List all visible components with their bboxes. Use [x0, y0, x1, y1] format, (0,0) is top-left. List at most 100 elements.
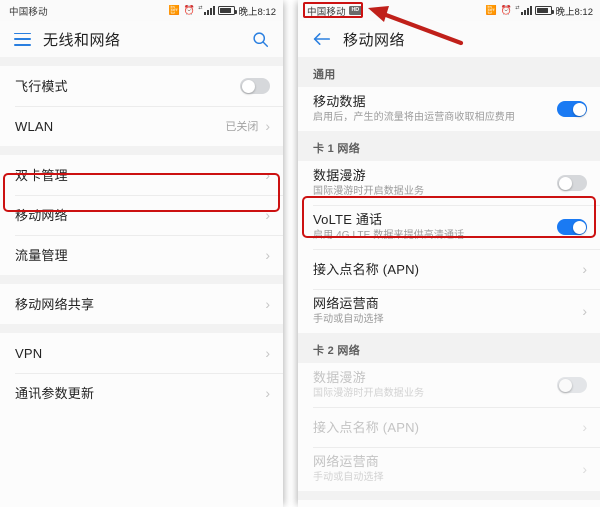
search-icon[interactable]	[252, 31, 269, 48]
section-header-general: 通用	[298, 57, 600, 87]
row-comm-params-update[interactable]: 通讯参数更新 ›	[0, 373, 283, 413]
row-title: 数据漫游	[313, 370, 366, 385]
row-airplane-mode[interactable]: 飞行模式	[0, 66, 283, 106]
back-arrow-icon[interactable]	[312, 31, 331, 47]
row-subtitle: 国际漫游时开启数据业务	[313, 388, 425, 399]
signal-icon: ⇄	[198, 6, 215, 15]
hamburger-menu-icon[interactable]	[14, 32, 31, 46]
vibrate-icon: 📴	[168, 5, 181, 15]
settings-list-left[interactable]: 飞行模式 WLAN 已关闭 › 双卡管理 › 移动网络 › 流量管理 › 移动网…	[0, 57, 283, 507]
vibrate-icon: 📴	[485, 5, 498, 15]
app-bar-left: 无线和网络	[0, 21, 283, 57]
chevron-right-icon: ›	[265, 385, 270, 401]
section-gap	[0, 275, 283, 284]
settings-group-4: VPN › 通讯参数更新 ›	[0, 333, 283, 413]
chevron-right-icon: ›	[265, 167, 270, 183]
chevron-right-icon: ›	[582, 303, 587, 319]
section-sim2: 数据漫游 国际漫游时开启数据业务 接入点名称 (APN) › 网络运营商 手动或…	[298, 363, 600, 491]
battery-icon	[218, 6, 237, 15]
row-subtitle: 启用后，产生的流量将由运营商收取相应费用	[313, 112, 515, 123]
page-title: 移动网络	[343, 31, 406, 49]
row-sim1-volte[interactable]: VoLTE 通话 启用 4G LTE 数据来提供高清通话	[298, 205, 600, 249]
row-vpn[interactable]: VPN ›	[0, 333, 283, 373]
section-sim1: 数据漫游 国际漫游时开启数据业务 VoLTE 通话 启用 4G LTE 数据来提…	[298, 161, 600, 333]
row-data-usage[interactable]: 流量管理 ›	[0, 235, 283, 275]
airplane-mode-toggle[interactable]	[240, 78, 270, 94]
row-title: 接入点名称 (APN)	[313, 419, 420, 435]
clock-label: 晚上8:12	[555, 6, 594, 18]
status-bar-right: 中国移动 HD 📴 ⏰ ⇄ 晚上8:12	[298, 0, 600, 21]
mobile-data-toggle[interactable]	[557, 101, 587, 117]
row-sim2-data-roaming: 数据漫游 国际漫游时开启数据业务	[298, 363, 600, 407]
sim2-data-roaming-toggle	[557, 377, 587, 393]
row-title: 移动数据	[313, 94, 366, 109]
chevron-right-icon: ›	[265, 296, 270, 312]
section-gap	[298, 491, 600, 500]
chevron-right-icon: ›	[265, 118, 270, 134]
row-title: 移动网络共享	[15, 296, 95, 312]
row-title: VoLTE 通话	[313, 212, 383, 227]
hd-volte-badge-icon: HD	[348, 6, 362, 15]
row-title: WLAN	[15, 118, 54, 134]
wlan-status-value: 已关闭	[225, 121, 259, 133]
alarm-icon: ⏰	[500, 5, 512, 15]
row-subtitle: 启用 4G LTE 数据来提供高清通话	[313, 230, 465, 241]
chevron-right-icon: ›	[265, 345, 270, 361]
page-title: 无线和网络	[43, 31, 121, 49]
row-title: 数据漫游	[313, 168, 366, 183]
status-icons-right: 📴 ⏰ ⇄ 晚上8:12	[486, 4, 593, 18]
row-mobile-data[interactable]: 移动数据 启用后，产生的流量将由运营商收取相应费用	[298, 87, 600, 131]
row-sim1-data-roaming[interactable]: 数据漫游 国际漫游时开启数据业务	[298, 161, 600, 205]
settings-list-right[interactable]: 通用 移动数据 启用后，产生的流量将由运营商收取相应费用 卡 1 网络 数据漫游…	[298, 57, 600, 507]
chevron-right-icon: ›	[582, 461, 587, 477]
section-gap	[0, 146, 283, 155]
section-advanced: 高级 ›	[298, 500, 600, 507]
section-gap	[0, 57, 283, 66]
row-sim2-apn: 接入点名称 (APN) ›	[298, 407, 600, 447]
alarm-icon: ⏰	[183, 5, 195, 15]
row-sim1-apn[interactable]: 接入点名称 (APN) ›	[298, 249, 600, 289]
carrier-area-right: 中国移动 HD	[307, 4, 362, 18]
row-title: 移动网络	[15, 207, 68, 223]
section-gap	[0, 324, 283, 333]
carrier-label: 中国移动	[9, 6, 48, 18]
battery-icon	[535, 6, 554, 15]
app-bar-right: 移动网络	[298, 21, 600, 57]
settings-group-3: 移动网络共享 ›	[0, 284, 283, 324]
sim1-data-roaming-toggle[interactable]	[557, 175, 587, 191]
right-phone-screen: 中国移动 HD 📴 ⏰ ⇄ 晚上8:12 移动网络 通用 移动数据 启用后，产生…	[298, 0, 600, 507]
row-title: VPN	[15, 345, 43, 361]
carrier-area-left: 中国移动	[9, 4, 48, 18]
row-advanced[interactable]: 高级 ›	[298, 500, 600, 507]
chevron-right-icon: ›	[265, 247, 270, 263]
list-empty-space	[0, 413, 283, 507]
row-title: 双卡管理	[15, 167, 68, 183]
row-title: 通讯参数更新	[15, 385, 95, 401]
chevron-right-icon: ›	[582, 261, 587, 277]
row-subtitle: 国际漫游时开启数据业务	[313, 186, 425, 197]
clock-label: 晚上8:12	[238, 6, 277, 18]
volte-toggle[interactable]	[557, 219, 587, 235]
row-mobile-network[interactable]: 移动网络 ›	[0, 195, 283, 235]
row-sim1-network-operator[interactable]: 网络运营商 手动或自动选择 ›	[298, 289, 600, 333]
section-header-sim1: 卡 1 网络	[298, 131, 600, 161]
row-subtitle: 手动或自动选择	[313, 314, 384, 325]
row-title: 网络运营商	[313, 454, 380, 469]
section-header-sim2: 卡 2 网络	[298, 333, 600, 363]
row-title: 流量管理	[15, 247, 68, 263]
dual-screenshot-container: 中国移动 📴 ⏰ ⇄ 晚上8:12 无线和网络 飞行模式 WLAN 已关闭 › …	[0, 0, 600, 507]
row-sim2-network-operator: 网络运营商 手动或自动选择 ›	[298, 447, 600, 491]
signal-icon: ⇄	[515, 6, 532, 15]
settings-group-1: 飞行模式 WLAN 已关闭 ›	[0, 66, 283, 146]
row-title: 飞行模式	[15, 78, 68, 94]
left-phone-screen: 中国移动 📴 ⏰ ⇄ 晚上8:12 无线和网络 飞行模式 WLAN 已关闭 › …	[0, 0, 283, 507]
row-dual-sim-management[interactable]: 双卡管理 ›	[0, 155, 283, 195]
chevron-right-icon: ›	[582, 419, 587, 435]
section-general: 移动数据 启用后，产生的流量将由运营商收取相应费用	[298, 87, 600, 131]
panel-gap	[283, 0, 298, 507]
row-subtitle: 手动或自动选择	[313, 472, 384, 483]
settings-group-2: 双卡管理 › 移动网络 › 流量管理 ›	[0, 155, 283, 275]
row-wlan[interactable]: WLAN 已关闭 ›	[0, 106, 283, 146]
row-mobile-network-sharing[interactable]: 移动网络共享 ›	[0, 284, 283, 324]
chevron-right-icon: ›	[265, 207, 270, 223]
